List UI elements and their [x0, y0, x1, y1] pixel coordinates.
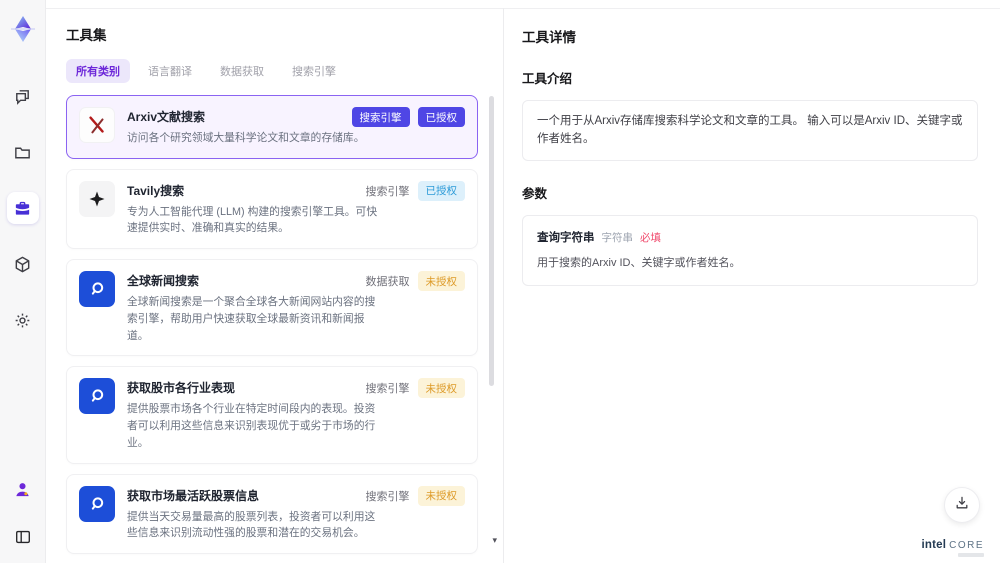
app-window: 工具集 所有类别 语言翻译 数据获取 搜索引擎 Arxiv文献搜索 访问各个研究…	[0, 0, 1000, 563]
auth-status-badge: 已授权	[417, 107, 465, 127]
category-label: 数据获取	[365, 276, 410, 289]
tool-intro-text: 一个用于从Arxiv存储库搜索科学论文和文章的工具。 输入可以是Arxiv ID…	[537, 115, 963, 146]
tavily-star-icon	[79, 180, 115, 217]
left-rail	[0, 0, 46, 563]
tool-description: 提供股票市场各个行业在特定时间段内的表现。投资者可以利用这些信息来识别表现优于或…	[127, 403, 376, 449]
tool-card-arxiv[interactable]: Arxiv文献搜索 访问各个研究领域大量科学论文和文章的存储库。 搜索引擎 已授…	[66, 95, 478, 159]
collapse-panel-icon	[14, 528, 32, 546]
tool-detail-panel: 工具详情 工具介绍 一个用于从Arxiv存储库搜索科学论文和文章的工具。 输入可…	[504, 8, 1000, 563]
main-area: 工具集 所有类别 语言翻译 数据获取 搜索引擎 Arxiv文献搜索 访问各个研究…	[46, 0, 1000, 563]
tab-all-categories[interactable]: 所有类别	[66, 59, 130, 83]
category-label: 搜索引擎	[365, 490, 410, 503]
tab-data-fetch[interactable]: 数据获取	[210, 59, 274, 83]
tool-intro-box: 一个用于从Arxiv存储库搜索科学论文和文章的工具。 输入可以是Arxiv ID…	[522, 100, 978, 161]
parameter-box: 查询字符串 字符串 必填 用于搜索的Arxiv ID、关键字或作者姓名。	[522, 214, 978, 286]
param-description: 用于搜索的Arxiv ID、关键字或作者姓名。	[537, 256, 741, 269]
intel-logo-sub-badge	[958, 553, 984, 557]
arxiv-icon	[79, 107, 115, 143]
tool-card-most-active-stocks[interactable]: 获取市场最活跃股票信息 提供当天交易量最高的股票列表，投资者可以利用这些信息来识…	[66, 473, 478, 555]
sidebar-item-settings[interactable]	[7, 304, 39, 336]
intro-heading: 工具介绍	[522, 72, 573, 86]
sidebar-item-toolset[interactable]	[6, 192, 39, 224]
scrollbar-thumb[interactable]	[489, 96, 494, 386]
folder-icon	[13, 143, 32, 162]
scroll-down-icon[interactable]: ▾	[492, 536, 497, 545]
auth-status-badge: 未授权	[417, 485, 465, 506]
download-button[interactable]	[944, 487, 980, 523]
tab-translation[interactable]: 语言翻译	[138, 59, 202, 83]
core-wordmark: CORE	[949, 540, 984, 551]
param-type: 字符串	[601, 231, 634, 244]
cube-icon	[13, 255, 32, 274]
toolbox-icon	[13, 199, 32, 218]
tool-description: 访问各个研究领域大量科学论文和文章的存储库。	[127, 132, 365, 144]
intel-core-logo: intel CORE	[921, 539, 984, 551]
tab-search-engine[interactable]: 搜索引擎	[282, 59, 346, 83]
intel-wordmark: intel	[921, 539, 947, 551]
tool-card-tavily[interactable]: Tavily搜索 专为人工智能代理 (LLM) 构建的搜索引擎工具。可快速提供实…	[66, 168, 478, 250]
sidebar-item-chat[interactable]	[7, 80, 39, 112]
page-title: 工具集	[66, 28, 107, 43]
tool-description: 提供当天交易量最高的股票列表，投资者可以利用这些信息来识别流动性强的股票和潜在的…	[127, 510, 376, 540]
sidebar-item-files[interactable]	[7, 136, 39, 168]
auth-status-badge: 未授权	[417, 378, 465, 399]
param-name: 查询字符串	[537, 231, 595, 244]
params-heading: 参数	[522, 186, 548, 201]
category-badge: 搜索引擎	[351, 107, 410, 127]
user-avatar-icon	[13, 480, 32, 499]
list-scrollbar[interactable]	[489, 92, 495, 555]
category-label: 搜索引擎	[365, 185, 410, 198]
tool-card-list: Arxiv文献搜索 访问各个研究领域大量科学论文和文章的存储库。 搜索引擎 已授…	[66, 95, 478, 563]
chat-icon	[13, 87, 32, 106]
collapse-sidebar-button[interactable]	[7, 521, 39, 553]
detail-title: 工具详情	[522, 30, 576, 45]
auth-status-badge: 已授权	[417, 180, 465, 201]
stock-search-icon	[79, 485, 115, 522]
auth-status-badge: 未授权	[417, 271, 465, 292]
download-icon	[954, 495, 970, 516]
app-logo-icon[interactable]	[6, 12, 40, 46]
tool-description: 专为人工智能代理 (LLM) 构建的搜索引擎工具。可快速提供实时、准确和真实的结…	[127, 205, 378, 235]
news-search-icon	[79, 271, 115, 308]
sidebar-item-models[interactable]	[7, 248, 39, 280]
stock-search-icon	[79, 378, 115, 415]
tool-list-panel: 工具集 所有类别 语言翻译 数据获取 搜索引擎 Arxiv文献搜索 访问各个研究…	[46, 8, 503, 563]
gear-icon	[13, 311, 32, 330]
category-label: 搜索引擎	[365, 383, 410, 396]
param-required-badge: 必填	[640, 231, 661, 244]
tool-card-sector-performance[interactable]: 获取股市各行业表现 提供股票市场各个行业在特定时间段内的表现。投资者可以利用这些…	[66, 366, 478, 464]
user-profile-button[interactable]	[7, 473, 39, 505]
tool-description: 全球新闻搜索是一个聚合全球各大新闻网站内容的搜索引擎，帮助用户快速获取全球最新资…	[127, 296, 376, 342]
tool-card-global-news[interactable]: 全球新闻搜索 全球新闻搜索是一个聚合全球各大新闻网站内容的搜索引擎，帮助用户快速…	[66, 259, 478, 357]
category-tabs: 所有类别 语言翻译 数据获取 搜索引擎	[66, 59, 481, 83]
